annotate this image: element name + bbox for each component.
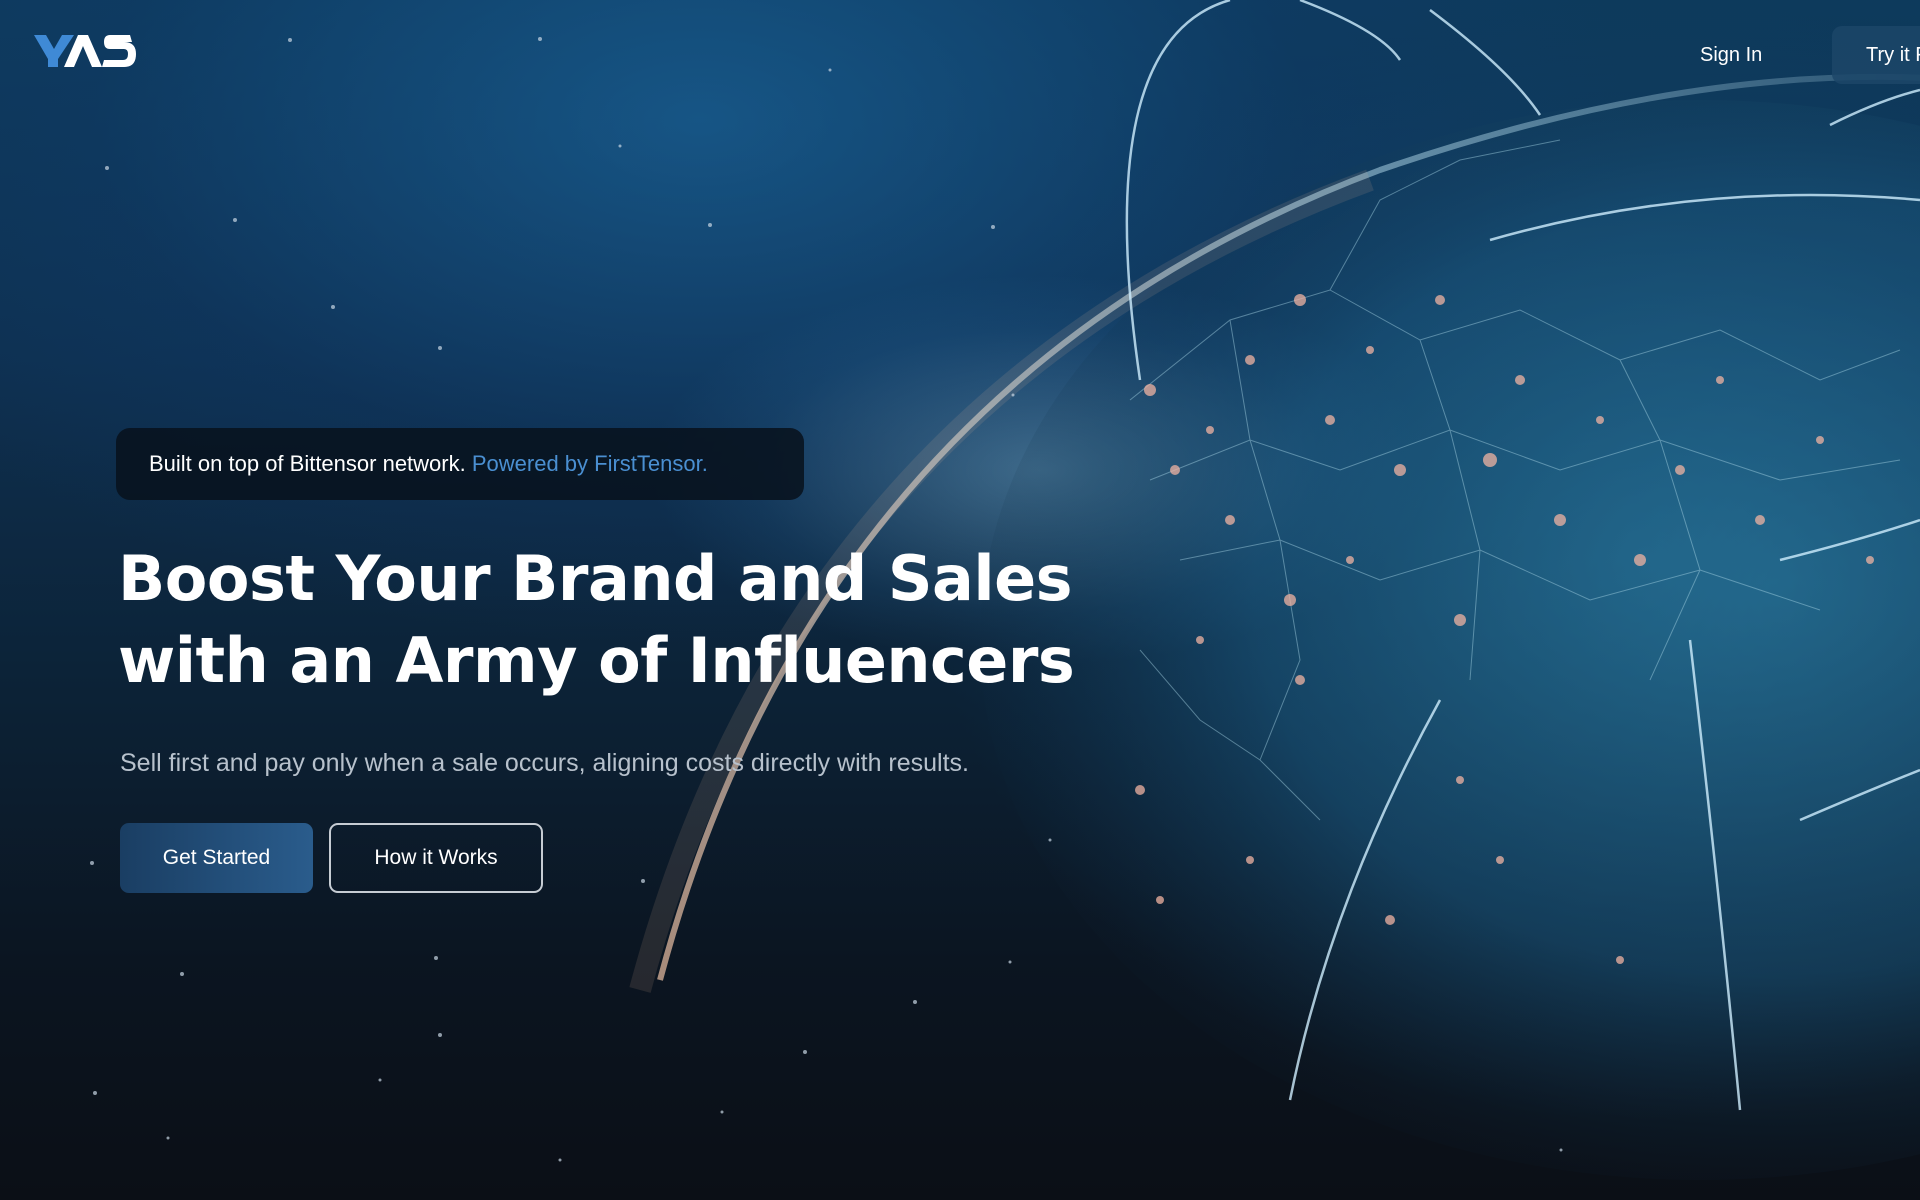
yads-logo[interactable] — [34, 33, 136, 69]
how-it-works-button[interactable]: How it Works — [329, 823, 543, 893]
hero-headline: Boost Your Brand and Sales with an Army … — [118, 538, 1078, 702]
headline-line-1: Boost Your Brand and Sales — [118, 542, 1073, 615]
hero-subtext: Sell first and pay only when a sale occu… — [120, 749, 969, 777]
get-started-button[interactable]: Get Started — [120, 823, 313, 893]
banner-text: Built on top of Bittensor network. — [149, 451, 466, 476]
globe-shape — [980, 100, 1920, 1180]
bittensor-banner: Built on top of Bittensor network. Power… — [116, 428, 804, 500]
firsttensor-link[interactable]: Powered by FirstTensor. — [472, 451, 708, 476]
sign-in-link[interactable]: Sign In — [1700, 38, 1762, 72]
landing-page: Sign In Try it Free Built on top of Bitt… — [0, 0, 1920, 1200]
headline-line-2: with an Army of Influencers — [118, 624, 1075, 697]
try-it-free-button[interactable]: Try it Free — [1832, 26, 1920, 84]
